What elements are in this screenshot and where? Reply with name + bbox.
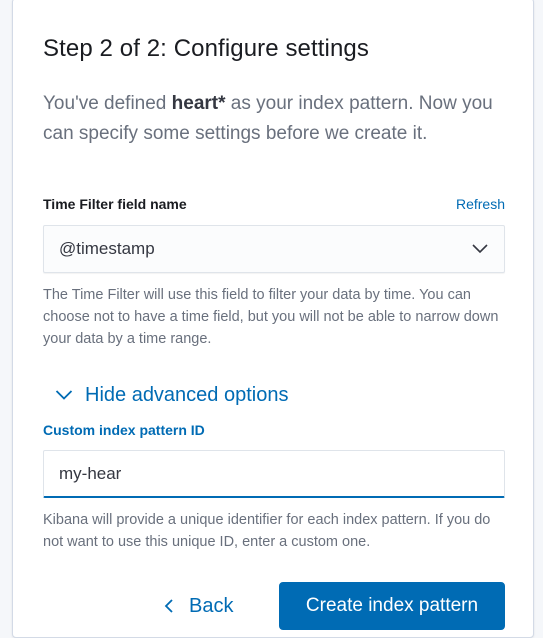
time-filter-select[interactable]: @timestamp — [43, 225, 505, 273]
custom-index-id-help-text: Kibana will provide a unique identifier … — [43, 512, 491, 550]
time-filter-label-row: Time Filter field name Refresh — [43, 196, 505, 216]
custom-index-id-label: Custom index pattern ID — [43, 422, 205, 438]
refresh-link[interactable]: Refresh — [456, 196, 505, 212]
time-filter-help-text: The Time Filter will use this field to f… — [43, 287, 499, 347]
chevron-down-icon — [472, 244, 488, 254]
time-filter-label: Time Filter field name — [43, 196, 187, 212]
configure-settings-panel: Step 2 of 2: Configure settings You've d… — [12, 0, 534, 638]
advanced-options-toggle[interactable]: Hide advanced options — [55, 381, 288, 409]
back-button-label: Back — [189, 594, 234, 617]
step-description: You've defined heart* as your index patt… — [43, 89, 503, 149]
step-title: Step 2 of 2: Configure settings — [43, 35, 369, 62]
index-pattern-name: heart* — [171, 93, 226, 114]
chevron-down-icon — [55, 390, 73, 400]
create-index-pattern-button[interactable]: Create index pattern — [279, 582, 505, 630]
back-button[interactable]: Back — [163, 591, 233, 621]
advanced-options-toggle-label: Hide advanced options — [85, 383, 289, 406]
custom-index-id-input[interactable] — [43, 450, 505, 498]
time-filter-selected-value: @timestamp — [59, 239, 155, 258]
lead-prefix: You've defined — [43, 93, 172, 114]
